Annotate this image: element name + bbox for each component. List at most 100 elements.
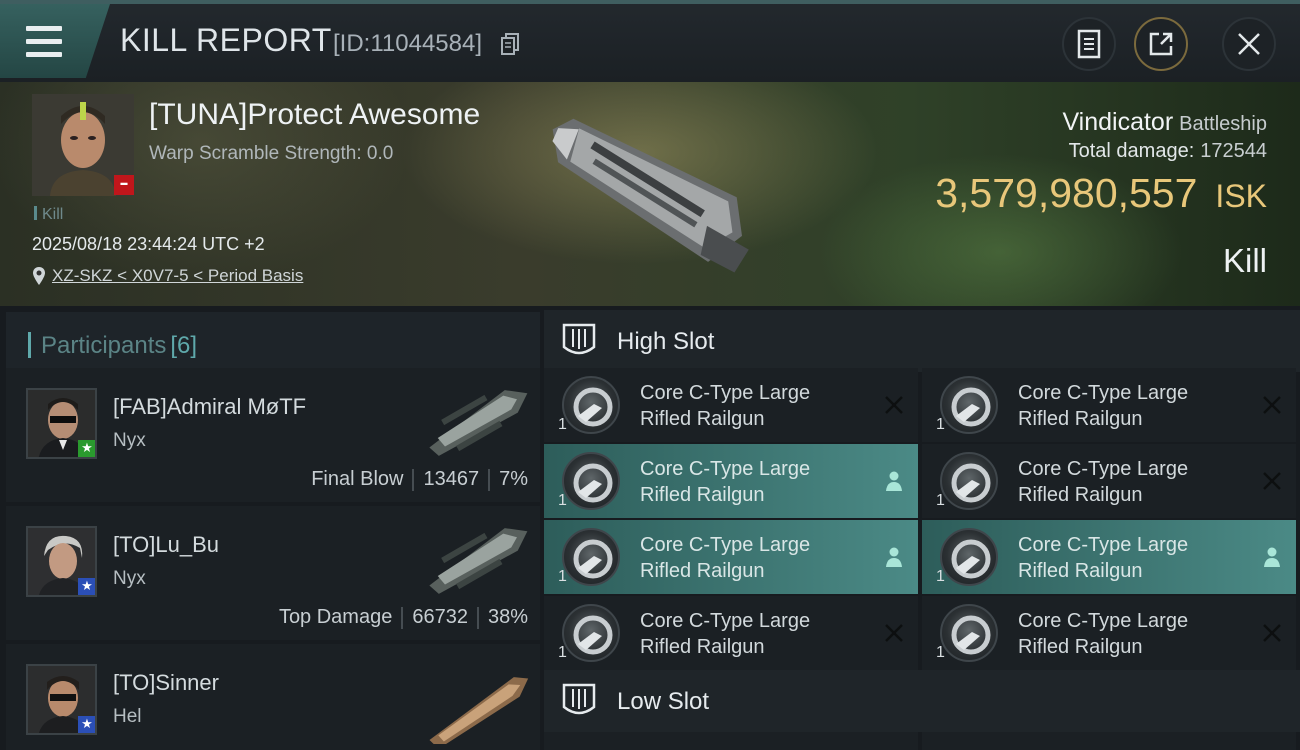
- participant-name[interactable]: [TO]Lu_Bu: [113, 532, 219, 558]
- participants-header: Participants [6]: [6, 312, 540, 370]
- stat-divider: [476, 606, 479, 629]
- item-name-line1: Core C-Type Large: [1018, 382, 1189, 404]
- participant-name[interactable]: [TO]Sinner: [113, 670, 219, 696]
- fitting-slots-panel: High Slot 1 Core C-Type Large Rifled Rail…: [540, 306, 1300, 750]
- ship-name[interactable]: Vindicator: [1062, 108, 1173, 136]
- module-item[interactable]: 1 Core C-Type Large Rifled Railgun: [922, 596, 1296, 670]
- item-quantity: 1: [558, 416, 567, 433]
- low-slot-header: Low Slot: [544, 670, 1300, 732]
- high-slot-title: High Slot: [617, 328, 715, 355]
- high-slot-icon: [562, 323, 596, 355]
- item-quantity: 1: [936, 492, 945, 509]
- item-name: Core C-Type Large Rifled Railgun: [1018, 532, 1248, 584]
- location-link[interactable]: XZ-SKZ < X0V7-5 < Period Basis: [32, 266, 303, 286]
- participants-count: [6]: [170, 332, 198, 359]
- destroyed-x-icon: [1263, 396, 1281, 414]
- module-item[interactable]: 1 Core C-Type Large Rifled Railgun: [922, 368, 1296, 442]
- victim-name[interactable]: [TUNA]Protect Awesome: [149, 98, 480, 132]
- participant-percent: 38%: [487, 606, 528, 628]
- star-icon: ★: [78, 578, 95, 595]
- participant-percent: 7%: [499, 468, 528, 490]
- railgun-icon: [562, 452, 620, 510]
- module-item[interactable]: 1 Core C-Type Large Rifled Railgun: [922, 444, 1296, 518]
- destroyed-x-icon: [1263, 624, 1281, 642]
- header-accent-bar: [28, 332, 31, 358]
- item-name-line2: Rifled Railgun: [640, 484, 765, 506]
- destroyed-x-icon: [885, 624, 903, 642]
- participant-row[interactable]: ★ [TO]Lu_Bu Nyx Top Damage 66732 38%: [6, 506, 540, 640]
- participant-name[interactable]: [FAB]Admiral MøTF: [113, 394, 306, 420]
- railgun-icon: [940, 604, 998, 662]
- item-name-line1: Core C-Type Large: [640, 534, 811, 556]
- clipboard-button[interactable]: [1062, 17, 1116, 71]
- item-name-line1: Core C-Type Large: [640, 458, 811, 480]
- share-button[interactable]: [1134, 17, 1188, 71]
- participant-row[interactable]: ★ [FAB]Admiral MøTF Nyx Final Blow 13467…: [6, 368, 540, 502]
- item-name-line2: Rifled Railgun: [1018, 636, 1143, 658]
- copy-id-icon[interactable]: [501, 33, 519, 55]
- isk-value-row: 3,579,980,557 ISK: [935, 170, 1267, 217]
- total-damage-label: Total damage:: [1068, 140, 1195, 162]
- kill-report-header: KILL REPORT [ID:11044584]: [0, 0, 1300, 82]
- hamburger-icon: [26, 22, 62, 61]
- avatar[interactable]: ★: [26, 664, 97, 735]
- item-name-line1: Core C-Type Large: [640, 610, 811, 632]
- railgun-icon: [940, 376, 998, 434]
- railgun-icon: [562, 528, 620, 586]
- isk-unit: ISK: [1215, 178, 1267, 214]
- railgun-icon: [940, 528, 998, 586]
- item-quantity: 1: [936, 416, 945, 433]
- item-name-line1: Core C-Type Large: [1018, 610, 1189, 632]
- location-text: XZ-SKZ < X0V7-5 < Period Basis: [52, 266, 304, 285]
- avatar[interactable]: ★: [26, 526, 97, 597]
- participant-stats: Final Blow 13467 7%: [311, 468, 528, 491]
- item-name-line1: Core C-Type Large: [1018, 458, 1189, 480]
- stat-divider: [488, 468, 491, 491]
- stat-divider: [412, 468, 415, 491]
- item-name-line2: Rifled Railgun: [1018, 408, 1143, 430]
- participant-ship: Hel: [113, 706, 142, 727]
- low-slot-icon: [562, 683, 596, 715]
- kill-tag: Kill: [34, 206, 63, 224]
- participant-damage: 66732: [412, 606, 468, 628]
- destroyed-x-icon: [1263, 472, 1281, 490]
- item-name-line2: Rifled Railgun: [1018, 560, 1143, 582]
- item-name: Core C-Type Large Rifled Railgun: [640, 380, 870, 432]
- participant-role: Final Blow: [311, 468, 404, 490]
- module-item[interactable]: [544, 732, 918, 750]
- module-item[interactable]: 1 Core C-Type Large Rifled Railgun: [544, 368, 918, 442]
- participant-row[interactable]: ★ [TO]Sinner Hel: [6, 644, 540, 750]
- module-item[interactable]: [922, 732, 1296, 750]
- low-slot-title: Low Slot: [617, 688, 710, 715]
- kill-timestamp: 2025/08/18 23:44:24 UTC +2: [32, 234, 265, 254]
- item-name: Core C-Type Large Rifled Railgun: [640, 532, 870, 584]
- star-icon: ★: [78, 716, 95, 733]
- participants-title: Participants [6]: [41, 332, 197, 360]
- item-name: Core C-Type Large Rifled Railgun: [1018, 380, 1248, 432]
- menu-button[interactable]: [0, 4, 110, 78]
- destroyed-x-icon: [885, 396, 903, 414]
- kill-banner: – [TUNA]Protect Awesome Warp Scramble St…: [0, 82, 1300, 306]
- victim-ship-image[interactable]: [525, 88, 765, 298]
- participants-label: Participants: [41, 332, 167, 359]
- module-item[interactable]: 1 Core C-Type Large Rifled Railgun: [544, 444, 918, 518]
- warp-scramble-strength: Warp Scramble Strength: 0.0: [149, 143, 394, 164]
- module-item[interactable]: 1 Core C-Type Large Rifled Railgun: [544, 520, 918, 594]
- item-name-line2: Rifled Railgun: [640, 560, 765, 582]
- participant-damage: 13467: [423, 468, 480, 490]
- item-name: Core C-Type Large Rifled Railgun: [640, 608, 870, 660]
- dropped-person-icon: [1264, 547, 1280, 567]
- module-item[interactable]: 1 Core C-Type Large Rifled Railgun: [922, 520, 1296, 594]
- close-button[interactable]: [1222, 17, 1276, 71]
- module-item[interactable]: 1 Core C-Type Large Rifled Railgun: [544, 596, 918, 670]
- participant-ship-image: [429, 677, 529, 744]
- avatar[interactable]: ★: [26, 388, 97, 459]
- isk-value: 3,579,980,557: [935, 170, 1198, 216]
- kill-result-label: Kill: [1222, 242, 1267, 279]
- item-quantity: 1: [558, 644, 567, 661]
- participant-role: Top Damage: [278, 606, 393, 628]
- clipboard-icon: [1077, 29, 1101, 59]
- item-quantity: 1: [936, 568, 945, 585]
- railgun-icon: [562, 376, 620, 434]
- total-damage: Total damage: 172544: [1069, 140, 1267, 163]
